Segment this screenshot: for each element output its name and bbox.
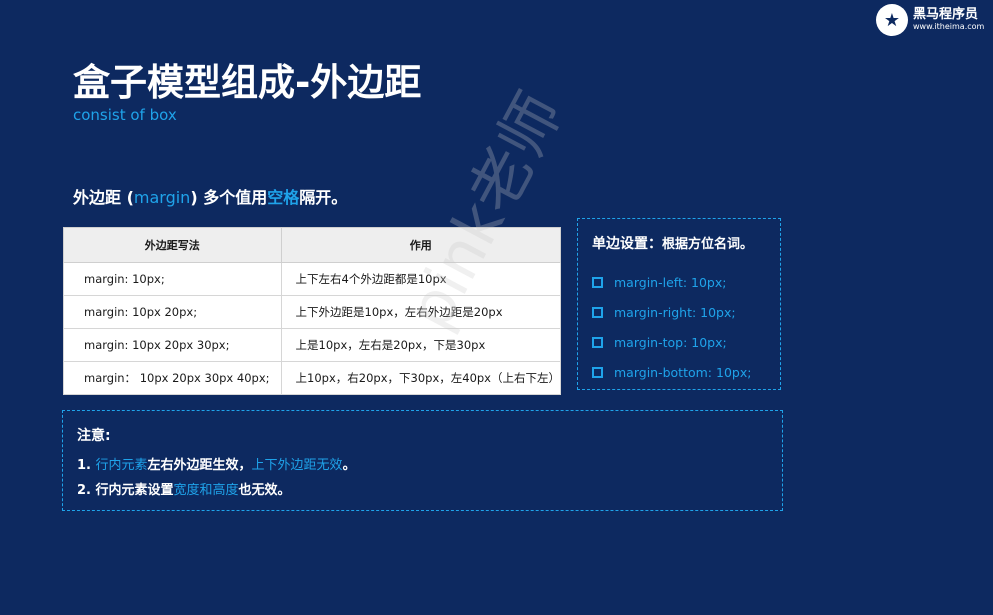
note-line-1-end: 。 bbox=[342, 458, 356, 473]
note-line-1-mid: 左右外边距生效， bbox=[147, 458, 252, 473]
table-header-syntax: 外边距写法 bbox=[63, 227, 282, 263]
single-side-heading: 单边设置：根据方位名词。 bbox=[592, 233, 780, 253]
single-side-box: 单边设置：根据方位名词。 margin-left: 10px; margin-r… bbox=[577, 218, 781, 390]
square-bullet-icon bbox=[592, 306, 603, 318]
lead-keyword: margin bbox=[133, 188, 191, 207]
list-item-text: margin-bottom: 10px; bbox=[614, 364, 752, 380]
single-side-heading-main: 单边设置： bbox=[592, 236, 662, 252]
table-cell-effect: 上10px，右20px，下30px，左40px（上右下左） bbox=[280, 361, 562, 395]
note-title: 注意: bbox=[77, 428, 111, 444]
note-line-1: 1. 行内元素左右外边距生效，上下外边距无效。 bbox=[77, 453, 782, 478]
list-item: margin-top: 10px; bbox=[592, 327, 780, 357]
brand-text: 黑马程序员 www.itheima.com bbox=[913, 8, 984, 31]
lead-highlight: 空格 bbox=[267, 188, 300, 207]
table-cell-syntax: margin: 10px 20px 30px; bbox=[63, 328, 282, 362]
table-header-effect: 作用 bbox=[280, 227, 562, 263]
brand-logo: ★ 黑马程序员 www.itheima.com bbox=[876, 4, 984, 36]
note-line-1-prefix: 1. bbox=[77, 458, 96, 473]
list-item-text: margin-left: 10px; bbox=[614, 274, 727, 290]
table-cell-syntax: margin: 10px; bbox=[63, 262, 282, 296]
lead-part1: 外边距 ( bbox=[73, 188, 134, 207]
square-bullet-icon bbox=[592, 336, 603, 348]
table-row: margin: 10px 20px 30px; 上是10px，左右是20px，下… bbox=[63, 328, 562, 362]
table-row: margin： 10px 20px 30px 40px; 上10px，右20px… bbox=[63, 361, 562, 395]
list-item: margin-bottom: 10px; bbox=[592, 357, 780, 387]
table-row: margin: 10px 20px; 上下外边距是10px，左右外边距是20px bbox=[63, 295, 562, 329]
single-side-heading-sub: 根据方位名词。 bbox=[662, 237, 754, 252]
list-item: margin-left: 10px; bbox=[592, 267, 780, 297]
list-item-text: margin-top: 10px; bbox=[614, 334, 727, 350]
table-cell-syntax: margin： 10px 20px 30px 40px; bbox=[63, 361, 282, 395]
table-cell-effect: 上下左右4个外边距都是10px bbox=[280, 262, 562, 296]
note-box: 注意: 1. 行内元素左右外边距生效，上下外边距无效。 2. 行内元素设置宽度和… bbox=[62, 410, 783, 511]
note-line-2: 2. 行内元素设置宽度和高度也无效。 bbox=[77, 478, 782, 503]
note-line-2-blue: 宽度和高度 bbox=[173, 483, 239, 498]
table-cell-syntax: margin: 10px 20px; bbox=[63, 295, 282, 329]
margin-syntax-table: 外边距写法 作用 margin: 10px; 上下左右4个外边距都是10px m… bbox=[63, 227, 562, 395]
list-item-text: margin-right: 10px; bbox=[614, 304, 736, 320]
lead-part3: 隔开。 bbox=[299, 188, 348, 207]
note-line-1-blue1: 行内元素 bbox=[95, 458, 148, 473]
brand-url: www.itheima.com bbox=[913, 21, 985, 31]
square-bullet-icon bbox=[592, 366, 603, 378]
slide-subtitle: consist of box bbox=[73, 106, 177, 124]
list-item: margin-right: 10px; bbox=[592, 297, 780, 327]
table-cell-effect: 上是10px，左右是20px，下是30px bbox=[280, 328, 562, 362]
note-line-1-blue2: 上下外边距无效 bbox=[251, 458, 343, 473]
note-line-2-prefix: 2. 行内元素设置 bbox=[77, 483, 174, 498]
lead-part2: ) 多个值用 bbox=[190, 188, 268, 207]
square-bullet-icon bbox=[592, 276, 603, 288]
table-cell-effect: 上下外边距是10px，左右外边距是20px bbox=[280, 295, 562, 329]
table-header-row: 外边距写法 作用 bbox=[63, 227, 562, 263]
note-line-2-end: 也无效。 bbox=[238, 483, 291, 498]
brand-name: 黑马程序员 bbox=[913, 7, 979, 23]
lead-sentence: 外边距 (margin) 多个值用空格隔开。 bbox=[73, 184, 347, 208]
horse-logo-icon: ★ bbox=[876, 4, 908, 36]
slide-title: 盒子模型组成-外边距 bbox=[73, 61, 422, 104]
table-row: margin: 10px; 上下左右4个外边距都是10px bbox=[63, 262, 562, 296]
